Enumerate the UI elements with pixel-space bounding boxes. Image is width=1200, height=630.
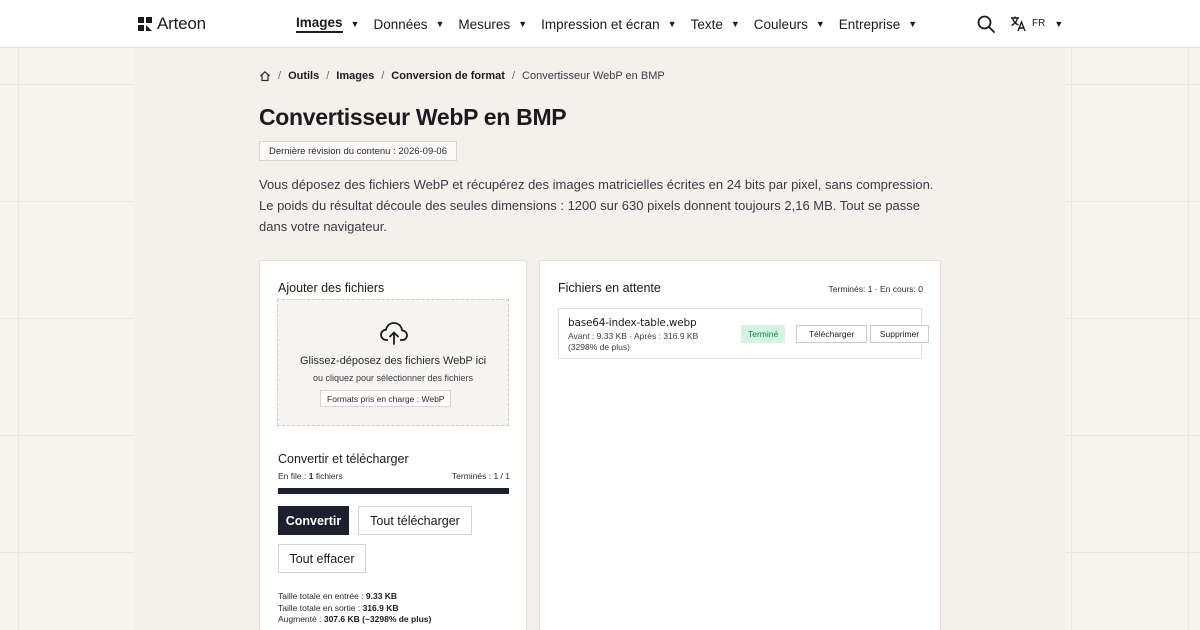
breadcrumb-separator: /	[511, 70, 516, 82]
breadcrumb: / Outils / Images / Conversion de format…	[259, 70, 665, 82]
conversion-progress-bar	[278, 488, 509, 494]
search-button[interactable]	[976, 14, 996, 34]
brand-name: Arteon	[157, 14, 206, 33]
intro-text: Vous déposez des fichiers WebP et récupé…	[259, 177, 934, 234]
total-output-label: Taille totale en sortie :	[278, 602, 363, 613]
download-all-button[interactable]: Tout télécharger	[358, 506, 472, 535]
breadcrumb-images[interactable]: Images	[336, 70, 374, 82]
size-increase: Augmenté : 307.6 KB (~3298% de plus)	[278, 614, 431, 626]
queue-status: En file : 1 fichiers Terminés : 1 / 1	[278, 471, 510, 481]
status-badge: Terminé	[741, 325, 786, 343]
nav-item-label: Données	[373, 16, 428, 32]
queue-count-text: En file : 1 fichiers	[278, 471, 343, 481]
nav-item-label: Couleurs	[753, 16, 808, 32]
chevron-down-icon: ▼	[435, 19, 445, 29]
chevron-down-icon: ▼	[730, 19, 740, 29]
home-icon[interactable]	[259, 70, 271, 82]
file-size-before-after: Avant : 9.33 KB · Après : 316.9 KB	[568, 331, 699, 341]
upload-card: Ajouter des fichiers Glissez-déposez des…	[259, 260, 527, 630]
nav-item-label: Images	[296, 15, 343, 33]
grid-logo-icon	[138, 17, 152, 31]
download-file-button[interactable]: Télécharger	[796, 325, 867, 343]
chevron-down-icon: ▼	[667, 19, 677, 29]
nav-item-label: Texte	[690, 16, 723, 32]
delete-file-button[interactable]: Supprimer	[870, 325, 929, 343]
progress-fill	[278, 488, 509, 494]
file-name: base64-index-table.webp	[568, 317, 697, 329]
convert-button[interactable]: Convertir	[278, 506, 349, 535]
language-code: FR	[1032, 18, 1046, 29]
file-dropzone[interactable]: Glissez-déposez des fichiers WebP ici ou…	[277, 299, 509, 426]
breadcrumb-outils[interactable]: Outils	[288, 70, 319, 82]
brand-logo[interactable]: Arteon	[137, 14, 206, 34]
breadcrumb-separator: /	[326, 70, 330, 82]
pending-files-card: Fichiers en attente Terminés: 1 · En cou…	[539, 260, 941, 630]
finished-count: Terminés : 1 / 1	[451, 471, 510, 481]
nav-item-texte[interactable]: Texte ▼	[691, 0, 740, 48]
upload-title: Ajouter des fichiers	[278, 281, 385, 295]
top-navigation-bar: Arteon Images ▼ Données ▼ Mesures ▼ Impr…	[0, 0, 1200, 48]
nav-item-label: Impression et écran	[541, 16, 660, 32]
language-selector[interactable]: FR ▼	[1010, 15, 1063, 32]
nav-item-donnees[interactable]: Données ▼	[373, 0, 444, 48]
clear-all-button[interactable]: Tout effacer	[278, 544, 366, 573]
nav-item-entreprise[interactable]: Entreprise ▼	[839, 0, 917, 48]
nav-item-label: Entreprise	[838, 16, 901, 32]
size-increase-value: 307.6 KB (~3298% de plus)	[323, 614, 432, 624]
size-totals: Taille totale en entrée : 9.33 KB Taille…	[278, 591, 431, 626]
revision-badge: Dernière révision du contenu : 2026-09-0…	[259, 141, 457, 161]
breadcrumb-conversion[interactable]: Conversion de format	[391, 70, 505, 82]
queue-prefix: En file :	[278, 471, 309, 481]
total-input-size: Taille totale en entrée : 9.33 KB	[278, 591, 431, 603]
translate-icon	[1011, 16, 1026, 32]
chevron-down-icon: ▼	[908, 19, 918, 29]
pending-title: Fichiers en attente	[558, 281, 661, 295]
total-output-size: Taille totale en sortie : 316.9 KB	[278, 603, 431, 615]
dropzone-subtitle: ou cliquez pour sélectionner des fichier…	[312, 373, 474, 383]
file-size-info: Avant : 9.33 KB · Après : 316.9 KB (3298…	[568, 331, 728, 353]
convert-section-title: Convertir et télécharger	[278, 452, 409, 466]
page-title: Convertisseur WebP en BMP	[259, 104, 567, 130]
breadcrumb-separator: /	[381, 70, 385, 82]
chevron-down-icon: ▼	[350, 19, 360, 29]
nav-item-images[interactable]: Images ▼	[296, 0, 359, 48]
dropzone-title: Glissez-déposez des fichiers WebP ici	[299, 355, 487, 367]
chevron-down-icon: ▼	[1054, 18, 1064, 29]
nav-item-mesures[interactable]: Mesures ▼	[458, 0, 527, 48]
chevron-down-icon: ▼	[815, 19, 825, 29]
file-size-increase: (3298% de plus)	[568, 342, 630, 352]
cloud-upload-icon	[380, 322, 408, 345]
queue-suffix: fichiers	[313, 471, 343, 481]
total-input-value: 9.33 KB	[365, 591, 398, 601]
pending-counts: Terminés: 1 · En cours: 0	[828, 284, 923, 294]
main-content: / Outils / Images / Conversion de format…	[134, 48, 1066, 630]
breadcrumb-separator: /	[278, 70, 282, 82]
file-row: base64-index-table.webp Avant : 9.33 KB …	[558, 308, 929, 359]
search-icon	[977, 15, 995, 33]
nav-item-impression[interactable]: Impression et écran ▼	[541, 0, 676, 48]
total-input-label: Taille totale en entrée :	[278, 591, 366, 601]
supported-formats-badge: Formats pris en charge : WebP	[320, 390, 452, 407]
total-output-value: 316.9 KB	[362, 602, 399, 613]
main-nav: Images ▼ Données ▼ Mesures ▼ Impression …	[296, 0, 931, 48]
nav-item-couleurs[interactable]: Couleurs ▼	[754, 0, 825, 48]
chevron-down-icon: ▼	[518, 19, 528, 29]
nav-item-label: Mesures	[458, 16, 511, 32]
size-increase-label: Augmenté :	[278, 614, 324, 624]
breadcrumb-current: Convertisseur WebP en BMP	[522, 70, 665, 82]
